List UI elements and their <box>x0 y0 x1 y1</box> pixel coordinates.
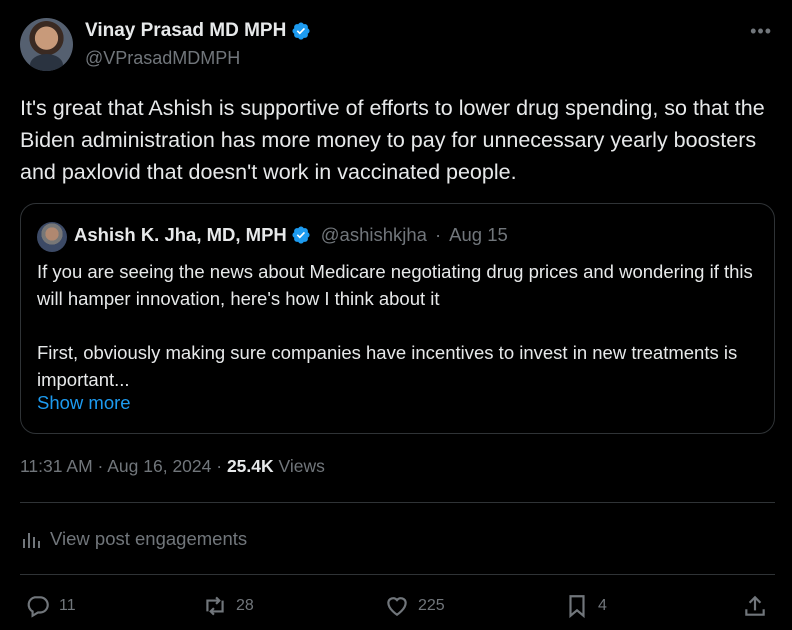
show-more-link[interactable]: Show more <box>37 392 131 414</box>
quoted-author-avatar <box>37 222 67 252</box>
author-avatar[interactable] <box>20 18 73 71</box>
repost-icon <box>206 596 224 616</box>
share-button[interactable] <box>742 590 768 622</box>
reply-count: 11 <box>59 597 76 614</box>
share-icon <box>745 595 765 616</box>
action-bar: 11 28 225 4 <box>0 590 792 622</box>
meta-separator: · <box>216 456 223 476</box>
like-button[interactable]: 225 <box>384 590 445 622</box>
reply-icon <box>27 596 49 618</box>
repost-button[interactable]: 28 <box>202 590 254 622</box>
analytics-icon <box>23 533 40 548</box>
author-name[interactable]: Vinay Prasad MD MPH <box>85 20 311 42</box>
author-name-text[interactable]: Vinay Prasad MD MPH <box>85 20 286 42</box>
views-count: 25.4K <box>226 456 274 476</box>
author-handle[interactable]: @VPrasadMDMPH <box>85 48 240 69</box>
verified-badge-icon <box>292 226 310 244</box>
like-icon <box>387 597 407 616</box>
tweet-meta: 11:31 AM · Aug 16, 2024 · 25.4K Views <box>20 456 325 477</box>
view-engagements-link[interactable]: View post engagements <box>22 528 247 550</box>
quoted-author-header: Ashish K. Jha, MD, MPH @ashishkjha · Aug… <box>74 224 508 246</box>
verified-badge-icon <box>292 22 310 40</box>
tweet-text: It's great that Ashish is supportive of … <box>20 96 765 184</box>
divider <box>20 574 775 575</box>
meta-separator: · <box>97 456 104 476</box>
quoted-author-handle: @ashishkjha <box>320 224 427 245</box>
quoted-tweet-text: If you are seeing the news about Medicar… <box>37 261 753 390</box>
quoted-tweet-card[interactable]: Ashish K. Jha, MD, MPH @ashishkjha · Aug… <box>20 203 775 434</box>
tweet-time[interactable]: 11:31 AM <box>20 456 93 476</box>
quoted-separator: · <box>434 224 442 245</box>
bookmark-count: 4 <box>598 597 607 614</box>
like-count: 225 <box>418 597 445 614</box>
divider <box>20 502 775 503</box>
more-options-icon[interactable]: ••• <box>750 22 772 40</box>
quoted-author-name: Ashish K. Jha, MD, MPH <box>74 224 287 245</box>
reply-button[interactable]: 11 <box>25 590 76 622</box>
bookmark-icon <box>569 595 585 619</box>
bookmark-button[interactable]: 4 <box>564 590 607 622</box>
views-label: Views <box>278 456 325 476</box>
view-engagements-label[interactable]: View post engagements <box>50 528 247 550</box>
tweet-date[interactable]: Aug 16, 2024 <box>107 456 211 476</box>
quoted-date: Aug 15 <box>449 224 508 245</box>
repost-count: 28 <box>236 597 254 614</box>
